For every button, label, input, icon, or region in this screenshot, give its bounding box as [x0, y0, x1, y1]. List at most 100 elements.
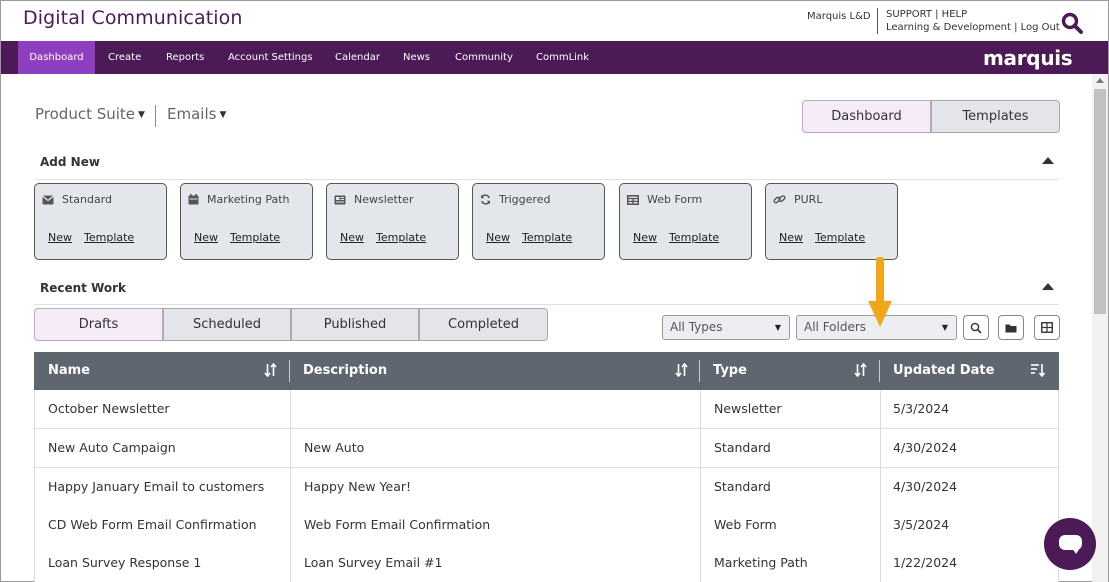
card-label: Web Form: [647, 193, 703, 206]
card-purl: PURL New Template: [765, 183, 898, 260]
nav-news[interactable]: News: [391, 41, 442, 74]
column-divider: [880, 544, 881, 582]
scroll-up-icon[interactable]: [1096, 78, 1104, 83]
column-divider: [290, 544, 291, 582]
table-row[interactable]: Loan Survey Response 1 Loan Survey Email…: [34, 544, 1059, 582]
cell-type: Newsletter: [714, 401, 782, 416]
newsletter-new-link[interactable]: New: [340, 231, 364, 244]
card-standard: Standard New Template: [34, 183, 167, 260]
web-form-new-link[interactable]: New: [633, 231, 657, 244]
table-row[interactable]: CD Web Form Email Confirmation Web Form …: [34, 506, 1059, 545]
tab-scheduled[interactable]: Scheduled: [163, 308, 291, 341]
newsletter-template-link[interactable]: Template: [376, 231, 426, 244]
column-divider: [700, 390, 701, 428]
sort-icon[interactable]: [854, 363, 867, 377]
add-new-title: Add New: [40, 155, 100, 169]
caret-down-icon: ▼: [774, 323, 781, 332]
main-nav: Dashboard Create Reports Account Setting…: [1, 41, 1108, 74]
cell-name: CD Web Form Email Confirmation: [48, 517, 257, 532]
marketing-path-new-link[interactable]: New: [194, 231, 218, 244]
collapse-add-new-icon[interactable]: [1042, 157, 1054, 164]
nav-account-settings[interactable]: Account Settings: [216, 41, 325, 74]
column-divider: [290, 429, 291, 467]
marketing-path-template-link[interactable]: Template: [230, 231, 280, 244]
column-divider: [290, 390, 291, 428]
dashboard-toggle[interactable]: Dashboard: [802, 100, 931, 133]
tab-completed[interactable]: Completed: [419, 308, 548, 341]
chat-button[interactable]: [1044, 518, 1096, 570]
sort-icon[interactable]: [675, 363, 688, 377]
header-divider: [699, 360, 700, 382]
triggered-new-link[interactable]: New: [486, 231, 510, 244]
card-label: Standard: [62, 193, 113, 206]
caret-down-icon: ▼: [941, 323, 948, 332]
nav-calendar[interactable]: Calendar: [323, 41, 392, 74]
columns-button[interactable]: [1034, 315, 1060, 340]
card-web-form: Web Form New Template: [619, 183, 752, 260]
sort-icon[interactable]: [264, 363, 277, 377]
web-form-template-link[interactable]: Template: [669, 231, 719, 244]
table-row[interactable]: New Auto Campaign New Auto Standard 4/30…: [34, 429, 1059, 468]
nav-commlink[interactable]: CommLink: [524, 41, 601, 74]
card-label: PURL: [794, 193, 823, 206]
header-divider: [289, 360, 290, 382]
support-link[interactable]: SUPPORT: [886, 9, 932, 20]
cell-date: 4/30/2024: [893, 479, 958, 494]
product-suite-dropdown[interactable]: Product Suite ▼: [35, 105, 145, 123]
search-button[interactable]: [963, 315, 989, 340]
scrollbar-thumb[interactable]: [1094, 89, 1106, 314]
templates-toggle[interactable]: Templates: [931, 100, 1060, 133]
nav-create[interactable]: Create: [96, 41, 153, 74]
org-name[interactable]: Marquis L&D: [807, 11, 871, 22]
triggered-template-link[interactable]: Template: [522, 231, 572, 244]
logout-link[interactable]: Log Out: [1021, 22, 1060, 33]
nav-community[interactable]: Community: [443, 41, 525, 74]
card-label: Triggered: [499, 193, 551, 206]
sort-descending-icon[interactable]: [1030, 363, 1045, 377]
nav-dashboard[interactable]: Dashboard: [18, 41, 95, 74]
nav-reports[interactable]: Reports: [154, 41, 216, 74]
cell-date: 3/5/2024: [893, 517, 950, 532]
table-row[interactable]: Happy January Email to customers Happy N…: [34, 468, 1059, 507]
cell-name: New Auto Campaign: [48, 440, 176, 455]
standard-template-link[interactable]: Template: [84, 231, 134, 244]
column-divider: [700, 429, 701, 467]
table-header: Name Description Type Updated Date: [34, 352, 1059, 390]
product-suite-label: Product Suite: [35, 105, 136, 123]
column-divider: [880, 390, 881, 428]
standard-new-link[interactable]: New: [48, 231, 72, 244]
folder-filter-value: All Folders: [804, 320, 867, 334]
column-divider: [880, 468, 881, 506]
emails-label: Emails: [167, 105, 217, 123]
cell-type: Marketing Path: [714, 555, 808, 570]
search-icon[interactable]: [1060, 11, 1084, 35]
col-updated-date-header[interactable]: Updated Date: [893, 352, 994, 390]
table-row[interactable]: October Newsletter Newsletter 5/3/2024: [34, 390, 1059, 429]
col-name-header[interactable]: Name: [48, 352, 90, 390]
card-label: Marketing Path: [207, 193, 290, 206]
help-link[interactable]: HELP: [942, 9, 967, 20]
emails-dropdown[interactable]: Emails ▼: [167, 105, 226, 123]
collapse-recent-work-icon[interactable]: [1042, 283, 1054, 290]
col-description-header[interactable]: Description: [303, 352, 387, 390]
type-filter-select[interactable]: All Types ▼: [662, 315, 790, 340]
cell-description: New Auto: [304, 440, 365, 455]
card-label: Newsletter: [354, 193, 414, 206]
learning-link[interactable]: Learning & Development: [886, 22, 1011, 33]
tab-published[interactable]: Published: [291, 308, 419, 341]
purl-template-link[interactable]: Template: [815, 231, 865, 244]
magnifier-icon: [970, 322, 982, 334]
type-filter-value: All Types: [670, 320, 723, 334]
suite-divider: [155, 105, 156, 127]
folder-button[interactable]: [998, 315, 1024, 340]
purl-new-link[interactable]: New: [779, 231, 803, 244]
chat-bubble-tail: [1072, 548, 1080, 554]
newspaper-icon: [334, 195, 346, 204]
grid-icon: [1041, 322, 1053, 333]
column-divider: [700, 506, 701, 544]
cell-description: Web Form Email Confirmation: [304, 517, 491, 532]
cell-type: Standard: [714, 440, 771, 455]
cell-date: 4/30/2024: [893, 440, 958, 455]
col-type-header[interactable]: Type: [713, 352, 747, 390]
tab-drafts[interactable]: Drafts: [34, 308, 163, 341]
